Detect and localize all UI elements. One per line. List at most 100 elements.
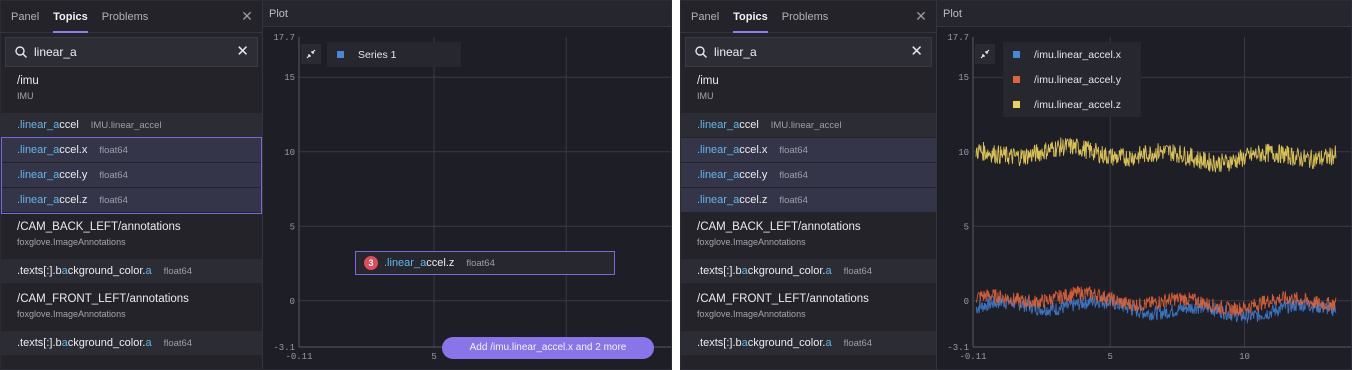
tab-topics[interactable]: Topics <box>733 1 768 33</box>
message-path-row[interactable]: .linear_accel.x float64 <box>1 138 262 162</box>
message-path-row[interactable]: .linear_accel IMU.linear_accel <box>681 113 936 137</box>
y-tick-label: 17.7 <box>273 33 295 43</box>
topic-row[interactable]: /CAM_BACK_LEFT/annotations foxglove.Image… <box>1 213 262 255</box>
search-box: ✕ <box>5 37 258 67</box>
y-tick-label: 5 <box>290 222 295 232</box>
legend-label: Series 1 <box>358 48 397 61</box>
tab-panel[interactable]: Panel <box>691 1 719 33</box>
path-match: .linear_a <box>697 169 740 181</box>
legend-item[interactable]: /imu.linear_accel.y <box>1003 67 1141 92</box>
path-segment: .texts[:].b <box>697 337 742 349</box>
topic-type: IMU <box>697 91 714 101</box>
y-tick-label: 10 <box>284 148 295 158</box>
search-box: ✕ <box>685 37 932 67</box>
close-icon[interactable]: ✕ <box>914 9 928 23</box>
legend-item[interactable]: /imu.linear_accel.x <box>1003 42 1141 67</box>
topic-type: foxglove.ImageAnnotations <box>697 237 806 247</box>
path-type: float64 <box>779 170 808 181</box>
topic-type: foxglove.ImageAnnotations <box>17 237 126 247</box>
search-icon <box>695 46 707 58</box>
topic-name: /imu <box>697 75 719 87</box>
legend-item[interactable]: Series 1 <box>327 42 461 67</box>
search-input[interactable] <box>714 45 894 59</box>
add-series-button[interactable]: Add /imu.linear_accel.x and 2 more <box>442 337 654 359</box>
legend-swatch <box>337 51 344 58</box>
drag-preview-chip: 3 .linear_a ccel.z float64 <box>355 251 615 275</box>
message-path-row[interactable]: .texts[:].background_color.a float64 <box>1 259 262 283</box>
topic-row[interactable]: /CAM_FRONT_LEFT/annotations foxglove.Imag… <box>1 285 262 327</box>
path-type: float64 <box>99 195 128 206</box>
topic-row[interactable]: /imu IMU <box>1 67 262 109</box>
legend-swatch <box>1013 76 1020 83</box>
close-icon[interactable]: ✕ <box>240 9 254 23</box>
topic-name: /CAM_FRONT_LEFT/annotations <box>17 293 189 305</box>
path-type: float64 <box>779 145 808 156</box>
path-type: float64 <box>779 195 808 206</box>
topics-sidebar: Panel Topics Problems ✕ ✕ /imuIMU .linear… <box>1 1 263 369</box>
topic-row[interactable]: /imu IMU <box>681 67 936 109</box>
path-type: float64 <box>99 145 128 156</box>
path-match: .linear_a <box>697 119 740 131</box>
path-type: IMU.linear_accel <box>90 120 162 131</box>
topics-sidebar: Panel Topics Problems ✕ ✕ /imuIMU.linear… <box>681 1 937 369</box>
path-rest: ccel.x <box>59 144 88 156</box>
left-app-window: Panel Topics Problems ✕ ✕ /imuIMU .linear… <box>0 0 672 370</box>
path-type: float64 <box>163 338 193 349</box>
shrink-icon[interactable] <box>301 44 321 64</box>
path-rest: ccel.z <box>59 194 88 206</box>
tab-topics[interactable]: Topics <box>53 1 88 33</box>
y-tick-label: 10 <box>958 148 969 158</box>
clear-search-icon[interactable]: ✕ <box>236 44 249 60</box>
tab-problems[interactable]: Problems <box>102 1 148 33</box>
message-path-row[interactable]: .texts[:].background_color.a float64 <box>681 259 936 283</box>
topic-name: /CAM_BACK_LEFT/annotations <box>17 221 181 233</box>
message-path-row[interactable]: .linear_accel.y float64 <box>681 163 936 187</box>
topic-type: IMU <box>17 91 34 101</box>
message-path-row[interactable]: .linear_accel.x float64 <box>681 138 936 162</box>
sidebar-tabs: Panel Topics Problems ✕ <box>681 1 936 33</box>
message-path-row[interactable]: .texts[:].background_color.a float64 <box>1 331 262 355</box>
topic-type: foxglove.ImageAnnotations <box>697 309 806 319</box>
clear-search-icon[interactable]: ✕ <box>910 44 923 60</box>
series-line <box>975 137 1337 173</box>
path-rest: ccel <box>739 119 759 131</box>
topic-name: /CAM_FRONT_LEFT/annotations <box>697 293 869 305</box>
message-path-row[interactable]: .linear_accel.z float64 <box>681 188 936 212</box>
path-match: a <box>825 265 832 277</box>
search-input[interactable] <box>34 45 214 59</box>
x-tick-label: -0.11 <box>959 352 986 362</box>
message-path-row[interactable]: .texts[:].background_color.a float64 <box>681 331 936 355</box>
path-type: IMU.linear_accel <box>770 120 842 131</box>
path-match: .linear_a <box>17 119 60 131</box>
path-type: float64 <box>843 266 873 277</box>
plot-canvas[interactable]: 17.7151050-3.1-0.11510 <box>937 1 1352 370</box>
message-path-row[interactable]: .linear_accel IMU.linear_accel <box>1 113 262 137</box>
sidebar-tabs: Panel Topics Problems ✕ <box>1 1 262 33</box>
x-tick-label: 5 <box>1108 352 1113 362</box>
y-tick-label: 0 <box>964 297 969 307</box>
shrink-icon[interactable] <box>975 44 995 64</box>
path-rest: ccel.y <box>739 169 768 181</box>
path-type: float64 <box>99 170 128 181</box>
message-path-row[interactable]: .linear_accel.y float64 <box>1 163 262 187</box>
y-tick-label: 0 <box>290 297 295 307</box>
path-rest: ccel.z <box>739 194 768 206</box>
plot-panel: Plot 17.7151050-3.1-0.11510 Series 1 Add… <box>263 1 672 370</box>
drag-count-badge: 3 <box>364 256 378 270</box>
y-tick-label: 15 <box>284 73 295 83</box>
topic-row[interactable]: /CAM_FRONT_LEFT/annotations foxglove.Imag… <box>681 285 936 327</box>
path-match: .linear_a <box>17 144 60 156</box>
legend-label: /imu.linear_accel.x <box>1034 48 1121 61</box>
tab-panel[interactable]: Panel <box>11 1 39 33</box>
path-match: a <box>825 337 832 349</box>
tab-problems[interactable]: Problems <box>782 1 828 33</box>
message-path-row[interactable]: .linear_accel.z float64 <box>1 188 262 212</box>
y-tick-label: 5 <box>964 222 969 232</box>
path-rest: ccel.x <box>739 144 768 156</box>
path-type: float64 <box>843 338 873 349</box>
path-match: .linear_a <box>697 144 740 156</box>
plot-canvas[interactable]: 17.7151050-3.1-0.11510 <box>263 1 672 370</box>
topic-row[interactable]: /CAM_BACK_LEFT/annotations foxglove.Image… <box>681 213 936 255</box>
path-rest: ccel <box>59 119 79 131</box>
legend-item[interactable]: /imu.linear_accel.z <box>1003 92 1141 117</box>
